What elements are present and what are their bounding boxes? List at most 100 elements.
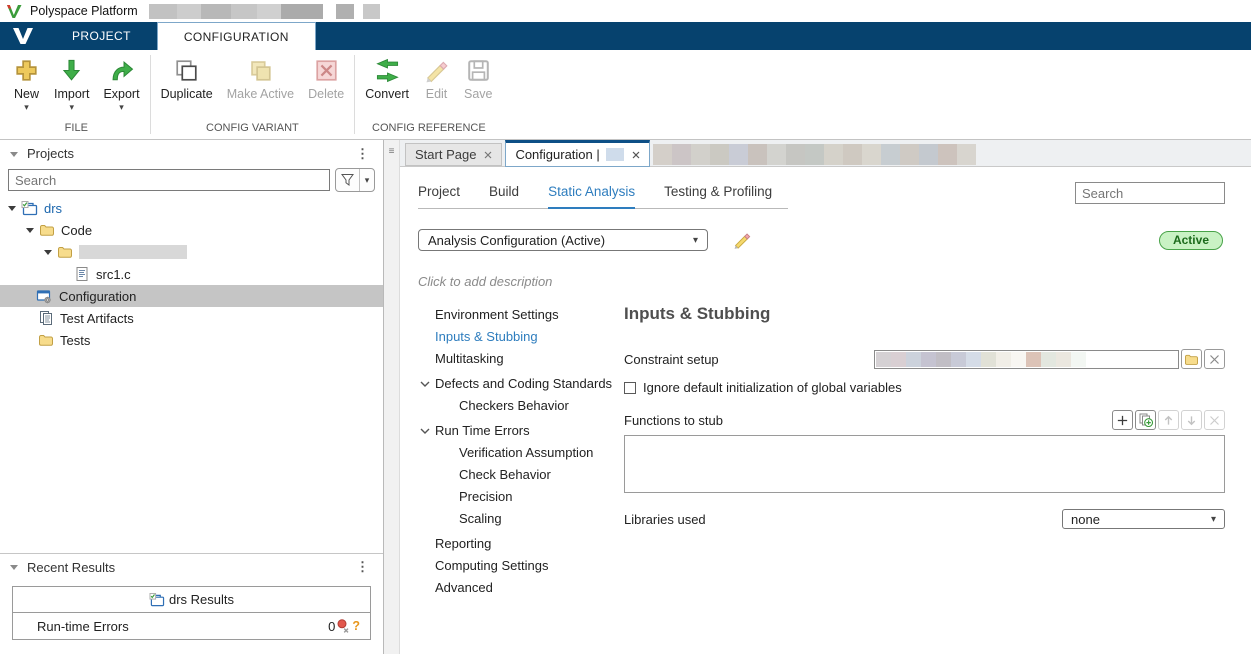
- new-button[interactable]: New ▾: [6, 57, 47, 120]
- close-icon[interactable]: [632, 151, 640, 159]
- panel-menu-icon[interactable]: ⋮: [352, 559, 373, 575]
- tab-testing-profiling[interactable]: Testing & Profiling: [664, 184, 772, 208]
- import-button[interactable]: Import ▾: [47, 57, 96, 120]
- nav-defects-coding-standards[interactable]: Defects and Coding Standards: [435, 373, 621, 395]
- caret-down-icon[interactable]: ▾: [69, 103, 74, 112]
- remove-row-button[interactable]: [1204, 410, 1225, 430]
- nav-multitasking[interactable]: Multitasking: [435, 348, 621, 370]
- nav-inputs-stubbing[interactable]: Inputs & Stubbing: [435, 326, 621, 348]
- nav-verification-assumption[interactable]: Verification Assumption: [435, 442, 621, 464]
- nav-check-behavior[interactable]: Check Behavior: [435, 464, 621, 486]
- projects-panel-title: Projects: [27, 146, 74, 161]
- add-row-button[interactable]: [1112, 410, 1133, 430]
- make-active-icon: [247, 57, 274, 84]
- results-row-runtime-errors[interactable]: Run-time Errors 0 ?: [13, 613, 370, 639]
- title-bar: Polyspace Platform: [0, 0, 1251, 22]
- libraries-used-select[interactable]: none ▾: [1062, 509, 1225, 529]
- move-down-button[interactable]: [1181, 410, 1202, 430]
- ignore-default-init-checkbox[interactable]: [624, 382, 636, 394]
- pencil-icon: [732, 230, 752, 250]
- group-label-config-reference: CONFIG REFERENCE: [358, 120, 499, 139]
- collapse-arrow-icon[interactable]: [10, 565, 18, 574]
- expander-icon[interactable]: [26, 228, 34, 237]
- libraries-used-label: Libraries used: [624, 512, 706, 527]
- make-active-button[interactable]: Make Active: [220, 57, 301, 120]
- ribbon-tab-project[interactable]: PROJECT: [46, 22, 157, 50]
- close-icon: [1209, 354, 1220, 365]
- convert-button[interactable]: Convert: [358, 57, 416, 120]
- recent-results-title: Recent Results: [27, 560, 115, 575]
- chevron-down-icon[interactable]: [420, 427, 430, 435]
- tree-item-tests[interactable]: Tests: [0, 329, 383, 351]
- question-badge: ?: [352, 619, 360, 633]
- edit-button[interactable]: Edit: [416, 57, 457, 120]
- expander-icon[interactable]: [8, 206, 16, 215]
- tab-static-analysis[interactable]: Static Analysis: [548, 184, 635, 209]
- duplicate-icon: [173, 57, 200, 84]
- chevron-down-icon[interactable]: [420, 380, 430, 388]
- tab-list-icon[interactable]: ≡: [384, 146, 399, 157]
- ribbon-tab-configuration[interactable]: CONFIGURATION: [157, 22, 316, 50]
- settings-search-input[interactable]: [1075, 182, 1225, 204]
- clear-constraint-button[interactable]: [1204, 349, 1225, 369]
- polyspace-v-logo-icon[interactable]: [0, 22, 46, 50]
- browse-folder-button[interactable]: [1181, 349, 1202, 369]
- redacted-folder-name: [79, 245, 187, 259]
- nav-environment-settings[interactable]: Environment Settings: [435, 304, 621, 326]
- redacted-title-text: [363, 4, 380, 19]
- description-placeholder[interactable]: Click to add description: [418, 274, 1251, 289]
- caret-down-icon[interactable]: ▾: [119, 103, 124, 112]
- config-variant-select[interactable]: Analysis Configuration (Active) ▾: [418, 229, 708, 251]
- tab-configuration[interactable]: Configuration |: [505, 140, 649, 167]
- project-tree: drs Code src1.c: [0, 197, 383, 351]
- panel-menu-icon[interactable]: ⋮: [352, 146, 373, 162]
- convert-arrows-icon: [374, 57, 401, 84]
- caret-down-icon: ▾: [1211, 514, 1216, 525]
- edit-description-button[interactable]: [732, 230, 752, 250]
- tree-item-redacted-folder[interactable]: [0, 241, 383, 263]
- save-button[interactable]: Save: [457, 57, 500, 120]
- recent-results-header: Recent Results ⋮: [0, 553, 383, 580]
- nav-scaling[interactable]: Scaling: [435, 508, 621, 530]
- tree-item-source-file[interactable]: src1.c: [0, 263, 383, 285]
- nav-checkers-behavior[interactable]: Checkers Behavior: [435, 395, 621, 417]
- tree-item-code[interactable]: Code: [0, 219, 383, 241]
- redacted-title-text: [336, 4, 354, 19]
- redacted-tab-strip: [653, 144, 976, 165]
- folder-icon: [38, 333, 54, 347]
- export-button[interactable]: Export ▾: [96, 57, 146, 120]
- tab-start-page[interactable]: Start Page: [405, 143, 502, 166]
- nav-run-time-errors[interactable]: Run Time Errors: [435, 420, 621, 442]
- projects-search-input[interactable]: [8, 169, 330, 191]
- results-row-label: Run-time Errors: [37, 619, 129, 634]
- group-label-config-variant: CONFIG VARIANT: [154, 120, 352, 139]
- add-multiple-button[interactable]: [1135, 410, 1156, 430]
- tab-build[interactable]: Build: [489, 184, 519, 208]
- project-icon: [21, 201, 38, 216]
- constraint-setup-field[interactable]: [874, 350, 1179, 369]
- collapse-arrow-icon[interactable]: [10, 152, 18, 161]
- nav-reporting[interactable]: Reporting: [435, 533, 621, 555]
- group-separator: [150, 55, 151, 134]
- panel-divider-strip[interactable]: ≡: [384, 140, 400, 654]
- tab-project[interactable]: Project: [418, 184, 460, 208]
- delete-button[interactable]: Delete: [301, 57, 351, 120]
- duplicate-button[interactable]: Duplicate: [154, 57, 220, 120]
- close-icon[interactable]: [484, 151, 492, 159]
- nav-precision[interactable]: Precision: [435, 486, 621, 508]
- filter-button[interactable]: ▾: [335, 168, 375, 192]
- arrow-up-icon: [1162, 414, 1175, 427]
- tree-item-project[interactable]: drs: [0, 197, 383, 219]
- caret-down-icon[interactable]: ▾: [24, 103, 29, 112]
- editor-tab-bar: Project Build Static Analysis Testing & …: [418, 184, 788, 209]
- nav-computing-settings[interactable]: Computing Settings: [435, 555, 621, 577]
- functions-to-stub-list[interactable]: [624, 435, 1225, 493]
- tree-item-configuration[interactable]: Configuration: [0, 285, 383, 307]
- filter-caret-icon[interactable]: ▾: [359, 169, 374, 191]
- tree-item-test-artifacts[interactable]: Test Artifacts: [0, 307, 383, 329]
- results-table-header[interactable]: drs Results: [13, 587, 370, 613]
- nav-advanced[interactable]: Advanced: [435, 577, 621, 599]
- expander-icon[interactable]: [44, 250, 52, 259]
- move-up-button[interactable]: [1158, 410, 1179, 430]
- active-status-badge: Active: [1159, 231, 1223, 250]
